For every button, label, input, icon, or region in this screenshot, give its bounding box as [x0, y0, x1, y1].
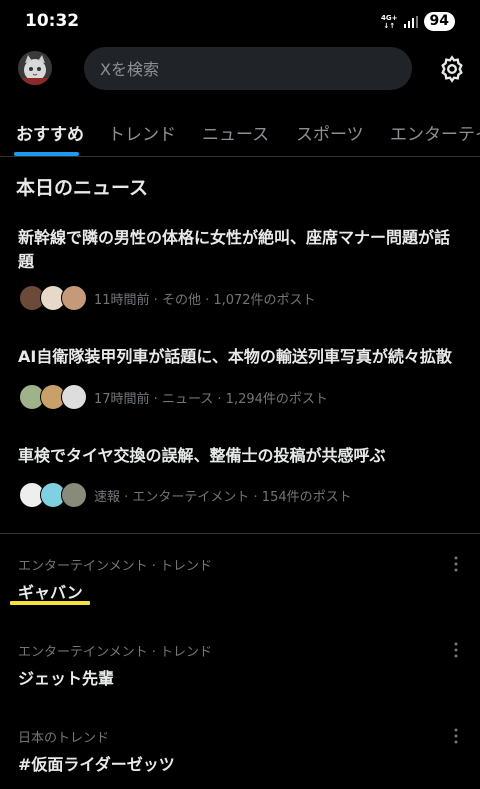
- network-type: 4G+: [381, 13, 398, 22]
- news-meta: 11時間前 · その他 · 1,072件のポスト: [94, 292, 316, 308]
- tab-trends[interactable]: トレンド: [108, 120, 176, 145]
- network-indicator: 4G+ ↓↑: [381, 14, 397, 30]
- highlight-underline: [10, 601, 90, 605]
- gear-icon[interactable]: [438, 55, 466, 83]
- battery-level: 94: [423, 12, 455, 31]
- search-bar[interactable]: [84, 47, 412, 92]
- avatar-group: [19, 482, 87, 508]
- news-headline[interactable]: AI自衛隊装甲列車が話題に、本物の輸送列車写真が続々拡散: [18, 345, 463, 369]
- avatar: [61, 482, 87, 508]
- news-meta: 17時間前 · ニュース · 1,294件のポスト: [94, 391, 328, 407]
- trend-title[interactable]: ギャバン: [18, 579, 83, 603]
- news-headline[interactable]: 新幹線で隣の男性の体格に女性が絶叫、座席マナー問題が話題: [18, 226, 463, 274]
- trend-category: エンターテインメント · トレンド: [18, 559, 213, 574]
- active-tab-indicator: [14, 152, 79, 156]
- trend-category: 日本のトレンド: [18, 731, 110, 746]
- tab-news[interactable]: ニュース: [202, 120, 269, 145]
- news-meta-row: 11時間前 · その他 · 1,072件のポスト: [19, 284, 316, 312]
- trend-title[interactable]: #仮面ライダーゼッツ: [18, 751, 175, 775]
- avatar: [61, 384, 87, 410]
- signal-icon: [403, 15, 418, 28]
- data-arrows-icon: ↓↑: [383, 21, 396, 30]
- news-headline[interactable]: 車検でタイヤ交換の誤解、整備士の投稿が共感呼ぶ: [18, 444, 463, 468]
- section-divider: [0, 533, 480, 534]
- tab-sports[interactable]: スポーツ: [296, 120, 364, 145]
- profile-avatar[interactable]: [18, 51, 52, 85]
- avatar: [61, 285, 87, 311]
- tab-recommended[interactable]: おすすめ: [16, 120, 84, 145]
- news-section-title: 本日のニュース: [16, 177, 149, 199]
- status-icons: 4G+ ↓↑ 94: [381, 12, 455, 31]
- trend-title[interactable]: ジェット先輩: [18, 665, 114, 689]
- tab-entertainment[interactable]: エンターテイ: [390, 120, 480, 145]
- avatar-group: [19, 384, 87, 410]
- search-input[interactable]: [98, 47, 402, 92]
- news-meta-row: 17時間前 · ニュース · 1,294件のポスト: [19, 383, 328, 411]
- more-vertical-icon[interactable]: [449, 726, 463, 746]
- news-meta: 速報 · エンターテイメント · 154件のポスト: [94, 489, 352, 505]
- avatar-group: [19, 285, 87, 311]
- more-vertical-icon[interactable]: [449, 640, 463, 660]
- more-vertical-icon[interactable]: [449, 554, 463, 574]
- news-meta-row: 速報 · エンターテイメント · 154件のポスト: [19, 481, 352, 509]
- trend-category: エンターテインメント · トレンド: [18, 645, 213, 660]
- tab-bar: おすすめ トレンド ニュース スポーツ エンターテイ: [0, 104, 480, 157]
- status-time: 10:32: [25, 11, 80, 31]
